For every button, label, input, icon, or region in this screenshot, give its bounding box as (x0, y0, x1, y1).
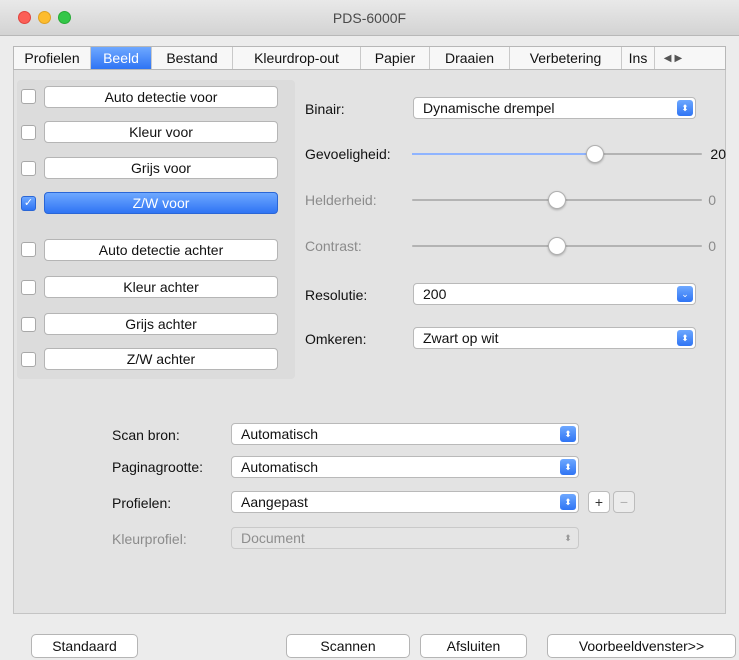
omkeren-value: Zwart op wit (423, 330, 499, 346)
checkbox-zw-achter[interactable] (21, 352, 36, 367)
checkmark-icon: ✓ (23, 197, 34, 209)
omkeren-select[interactable]: Zwart op wit ⬍ (413, 327, 696, 349)
updown-arrow-icon: ⬍ (677, 100, 693, 116)
mode-kleur-achter[interactable]: Kleur achter (44, 276, 278, 298)
binair-label: Binair: (305, 101, 345, 117)
contrast-slider-knob[interactable] (548, 237, 566, 255)
scan-bron-value: Automatisch (241, 426, 319, 442)
window-title: PDS-6000F (332, 10, 407, 26)
kleurprofiel-select[interactable]: Document ⬍ (231, 527, 579, 549)
resolutie-value: 200 (423, 286, 447, 302)
helderheid-slider-knob[interactable] (548, 191, 566, 209)
tab-profielen[interactable]: Profielen (14, 47, 91, 69)
checkbox-auto-detectie-achter[interactable] (21, 242, 36, 257)
helderheid-label: Helderheid: (305, 192, 377, 208)
gevoeligheid-slider-knob[interactable] (586, 145, 604, 163)
tab-bar: Profielen Beeld Bestand Kleurdrop-out Pa… (13, 46, 726, 70)
binair-value: Dynamische drempel (423, 100, 555, 116)
gevoeligheid-slider-track[interactable] (412, 145, 702, 163)
checkbox-zw-voor[interactable]: ✓ (21, 196, 36, 211)
title-bar: PDS-6000F (0, 0, 739, 36)
add-profile-button[interactable]: + (588, 491, 610, 513)
helderheid-slider-track[interactable] (412, 191, 702, 209)
remove-profile-button[interactable]: − (613, 491, 635, 513)
tab-papier[interactable]: Papier (361, 47, 430, 69)
voorbeeldvenster-button[interactable]: Voorbeeldvenster>> (547, 634, 736, 658)
mode-kleur-voor[interactable]: Kleur voor (44, 121, 278, 143)
updown-arrow-icon: ⬍ (560, 494, 576, 510)
mode-zw-voor[interactable]: Z/W voor (44, 192, 278, 214)
resolutie-select[interactable]: 200 ⌄ (413, 283, 696, 305)
gevoeligheid-slider-fill (412, 153, 595, 155)
profielen-select[interactable]: Aangepast ⬍ (231, 491, 579, 513)
kleurprofiel-value: Document (241, 530, 305, 546)
contrast-slider-track[interactable] (412, 237, 702, 255)
scannen-button[interactable]: Scannen (286, 634, 410, 658)
updown-arrow-icon: ⬍ (564, 533, 572, 543)
paginagrootte-select[interactable]: Automatisch ⬍ (231, 456, 579, 478)
tab-bestand[interactable]: Bestand (152, 47, 233, 69)
contrast-label: Contrast: (305, 238, 362, 254)
mode-grijs-voor[interactable]: Grijs voor (44, 157, 278, 179)
checkbox-auto-detectie-voor[interactable] (21, 89, 36, 104)
helderheid-value: 0 (708, 192, 716, 208)
tab-beeld[interactable]: Beeld (91, 47, 152, 69)
gevoeligheid-value: 20 (710, 146, 726, 162)
mode-auto-detectie-achter[interactable]: Auto detectie achter (44, 239, 278, 261)
mode-auto-detectie-voor[interactable]: Auto detectie voor (44, 86, 278, 108)
mode-zw-achter[interactable]: Z/W achter (44, 348, 278, 370)
tab-draaien[interactable]: Draaien (430, 47, 510, 69)
checkbox-grijs-voor[interactable] (21, 161, 36, 176)
checkbox-kleur-achter[interactable] (21, 280, 36, 295)
tab-kleurdrop-out[interactable]: Kleurdrop-out (233, 47, 361, 69)
checkbox-grijs-achter[interactable] (21, 317, 36, 332)
profielen-label: Profielen: (112, 495, 172, 511)
profielen-value: Aangepast (241, 494, 308, 510)
scan-bron-select[interactable]: Automatisch ⬍ (231, 423, 579, 445)
tab-verbetering[interactable]: Verbetering (510, 47, 622, 69)
standaard-button[interactable]: Standaard (31, 634, 138, 658)
tab-ins[interactable]: Ins (622, 47, 655, 69)
updown-arrow-icon: ⬍ (677, 330, 693, 346)
window: PDS-6000F Profielen Beeld Bestand Kleurd… (0, 0, 739, 660)
contrast-value: 0 (708, 238, 716, 254)
scan-bron-label: Scan bron: (112, 427, 180, 443)
kleurprofiel-label: Kleurprofiel: (112, 531, 187, 547)
mode-grijs-achter[interactable]: Grijs achter (44, 313, 278, 335)
tab-scroll-arrows[interactable]: ◀ ▶ (655, 47, 691, 69)
updown-arrow-icon: ⬍ (560, 426, 576, 442)
paginagrootte-value: Automatisch (241, 459, 319, 475)
scroll-right-icon[interactable]: ▶ (675, 53, 683, 64)
omkeren-label: Omkeren: (305, 331, 367, 347)
checkbox-kleur-voor[interactable] (21, 125, 36, 140)
binair-select[interactable]: Dynamische drempel ⬍ (413, 97, 696, 119)
paginagrootte-label: Paginagrootte: (112, 459, 204, 475)
updown-arrow-icon: ⬍ (560, 459, 576, 475)
scroll-left-icon[interactable]: ◀ (664, 53, 672, 64)
gevoeligheid-label: Gevoeligheid: (305, 146, 391, 162)
afsluiten-button[interactable]: Afsluiten (420, 634, 527, 658)
chevron-down-icon: ⌄ (677, 286, 693, 302)
resolutie-label: Resolutie: (305, 287, 368, 303)
